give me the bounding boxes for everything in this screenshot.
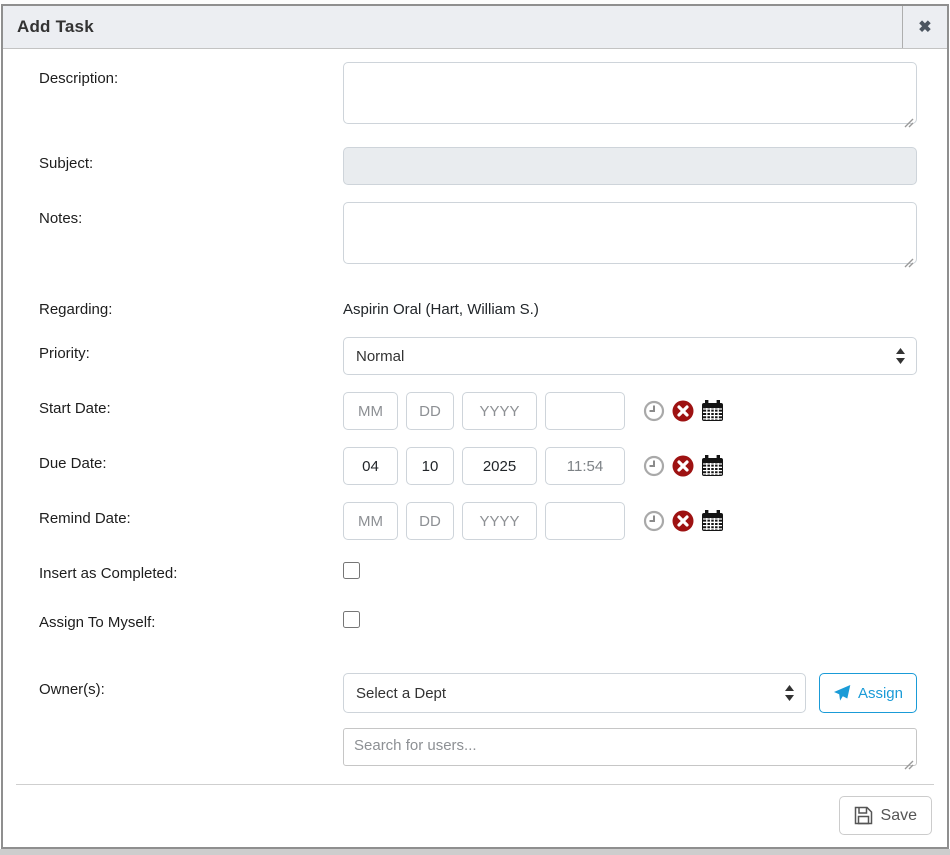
due-date-label: Due Date: <box>39 447 343 472</box>
add-task-modal: Add Task ✖ Description: Subject: <box>1 4 949 849</box>
clear-date-icon[interactable] <box>672 510 694 532</box>
owners-row: Owner(s): Select a Dept <box>39 673 917 771</box>
due-day-input[interactable] <box>406 447 454 485</box>
insert-completed-checkbox[interactable] <box>343 562 360 579</box>
calendar-icon[interactable] <box>701 510 724 532</box>
assign-button[interactable]: Assign <box>819 673 917 713</box>
subject-input <box>343 147 917 185</box>
clock-icon[interactable] <box>643 400 665 422</box>
description-row: Description: <box>39 62 917 129</box>
remind-year-input[interactable] <box>462 502 537 540</box>
modal-title: Add Task <box>3 6 902 48</box>
paper-plane-icon <box>833 684 851 702</box>
clock-icon[interactable] <box>643 510 665 532</box>
assign-myself-checkbox[interactable] <box>343 611 360 628</box>
insert-completed-row: Insert as Completed: <box>39 562 917 584</box>
dept-select[interactable]: Select a Dept <box>343 673 806 713</box>
remind-date-row: Remind Date: <box>39 502 917 540</box>
calendar-icon[interactable] <box>701 455 724 477</box>
due-date-row: Due Date: <box>39 447 917 485</box>
save-button-label: Save <box>881 807 917 825</box>
priority-row: Priority: Normal <box>39 337 917 375</box>
due-year-input[interactable] <box>462 447 537 485</box>
notes-label: Notes: <box>39 202 343 227</box>
modal-footer: Save <box>16 784 934 847</box>
subject-label: Subject: <box>39 147 343 172</box>
remind-date-label: Remind Date: <box>39 502 343 527</box>
start-year-input[interactable] <box>462 392 537 430</box>
priority-select[interactable]: Normal <box>343 337 917 375</box>
regarding-value: Aspirin Oral (Hart, William S.) <box>343 293 917 318</box>
notes-row: Notes: <box>39 202 917 269</box>
assign-myself-label: Assign To Myself: <box>39 614 343 631</box>
modal-body: Description: Subject: Notes: <box>3 49 947 784</box>
due-month-input[interactable] <box>343 447 398 485</box>
priority-label: Priority: <box>39 337 343 362</box>
remind-month-input[interactable] <box>343 502 398 540</box>
due-time-input[interactable] <box>545 447 625 485</box>
start-day-input[interactable] <box>406 392 454 430</box>
owners-label: Owner(s): <box>39 673 343 698</box>
close-button[interactable]: ✖ <box>902 6 947 48</box>
notes-textarea[interactable] <box>343 202 917 264</box>
save-button[interactable]: Save <box>839 796 932 835</box>
start-month-input[interactable] <box>343 392 398 430</box>
clear-date-icon[interactable] <box>672 400 694 422</box>
assign-button-label: Assign <box>858 685 903 702</box>
start-date-label: Start Date: <box>39 392 343 417</box>
calendar-icon[interactable] <box>701 400 724 422</box>
remind-day-input[interactable] <box>406 502 454 540</box>
regarding-label: Regarding: <box>39 293 343 318</box>
modal-header: Add Task ✖ <box>3 6 947 49</box>
remind-time-input[interactable] <box>545 502 625 540</box>
insert-completed-label: Insert as Completed: <box>39 565 343 582</box>
description-textarea[interactable] <box>343 62 917 124</box>
floppy-disk-icon <box>854 806 873 825</box>
clear-date-icon[interactable] <box>672 455 694 477</box>
close-icon: ✖ <box>918 17 931 37</box>
clock-icon[interactable] <box>643 455 665 477</box>
start-time-input[interactable] <box>545 392 625 430</box>
start-date-row: Start Date: <box>39 392 917 430</box>
page-backdrop-bottom <box>0 849 950 855</box>
description-label: Description: <box>39 62 343 87</box>
user-search-input[interactable] <box>343 728 917 766</box>
assign-myself-row: Assign To Myself: <box>39 611 917 633</box>
subject-row: Subject: <box>39 147 917 185</box>
regarding-row: Regarding: Aspirin Oral (Hart, William S… <box>39 293 917 318</box>
